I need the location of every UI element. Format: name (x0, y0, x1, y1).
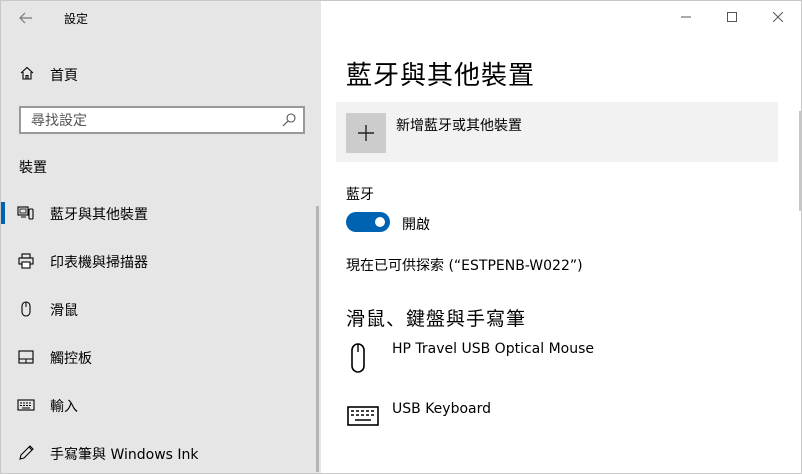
back-arrow-icon (19, 12, 32, 24)
device-mouse[interactable]: HP Travel USB Optical Mouse (346, 341, 766, 381)
touchpad-icon (18, 350, 34, 364)
close-button[interactable] (755, 1, 801, 33)
sidebar-item-label: 輸入 (50, 399, 78, 415)
minimize-button[interactable] (663, 1, 709, 33)
bluetooth-toggle[interactable] (346, 212, 390, 232)
section-title-input-devices: 滑鼠、鍵盤與手寫筆 (346, 308, 527, 330)
mouse-icon (351, 343, 365, 373)
sidebar-item-label: 手寫筆與 Windows Ink (50, 447, 199, 463)
sidebar-item-label: 印表機與掃描器 (50, 255, 148, 271)
keyboard-icon (347, 406, 379, 426)
plus-tile (346, 113, 386, 153)
sidebar-item-home[interactable]: 首頁 (1, 61, 321, 87)
maximize-icon (727, 12, 737, 22)
sidebar-item-label: 觸控板 (50, 351, 92, 367)
bluetooth-toggle-state: 開啟 (402, 217, 430, 233)
sidebar-section-title: 裝置 (19, 160, 47, 176)
toggle-knob (375, 217, 385, 227)
sidebar-item-typing[interactable]: 輸入 (1, 385, 317, 425)
selected-indicator (1, 202, 5, 224)
sidebar-item-mouse[interactable]: 滑鼠 (1, 289, 317, 329)
device-name: HP Travel USB Optical Mouse (392, 341, 595, 357)
sidebar-item-printers[interactable]: 印表機與掃描器 (1, 241, 317, 281)
app-title: 設定 (64, 12, 89, 26)
mouse-icon (21, 301, 31, 317)
bluetooth-label: 藍牙 (346, 187, 374, 203)
minimize-icon (681, 16, 691, 18)
settings-window: 設定 首頁 裝置 藍牙與其他裝置 (0, 0, 802, 474)
add-device-label: 新增藍牙或其他裝置 (396, 118, 522, 134)
device-name: USB Keyboard (392, 401, 491, 417)
main-content: 藍牙與其他裝置 新增藍牙或其他裝置 藍牙 開啟 現在已可供探索 (“ESTPEN… (321, 1, 801, 473)
search-box[interactable] (19, 106, 305, 134)
close-icon (773, 12, 783, 22)
page-title: 藍牙與其他裝置 (346, 61, 536, 91)
discoverable-text: 現在已可供探索 (“ESTPENB-W022”) (346, 258, 583, 274)
add-device-button[interactable]: 新增藍牙或其他裝置 (336, 102, 778, 162)
search-icon[interactable] (281, 112, 297, 128)
search-input[interactable] (29, 111, 273, 131)
sidebar-item-label: 滑鼠 (50, 303, 78, 319)
keyboard-icon (17, 399, 35, 411)
sidebar-scrollbar[interactable] (316, 206, 319, 472)
home-label: 首頁 (50, 68, 78, 84)
pen-icon (19, 445, 34, 460)
device-keyboard[interactable]: USB Keyboard (346, 401, 766, 441)
maximize-button[interactable] (709, 1, 755, 33)
sidebar-item-touchpad[interactable]: 觸控板 (1, 337, 317, 377)
plus-icon (358, 125, 374, 141)
printer-icon (18, 253, 34, 269)
sidebar-item-bluetooth[interactable]: 藍牙與其他裝置 (1, 193, 317, 233)
sidebar-item-pen[interactable]: 手寫筆與 Windows Ink (1, 433, 317, 473)
home-icon (20, 66, 34, 80)
sidebar: 設定 首頁 裝置 藍牙與其他裝置 (1, 1, 321, 473)
titlebar-left: 設定 (1, 1, 321, 35)
bluetooth-devices-icon (17, 206, 34, 220)
sidebar-item-label: 藍牙與其他裝置 (50, 207, 148, 223)
back-button[interactable] (15, 7, 37, 29)
